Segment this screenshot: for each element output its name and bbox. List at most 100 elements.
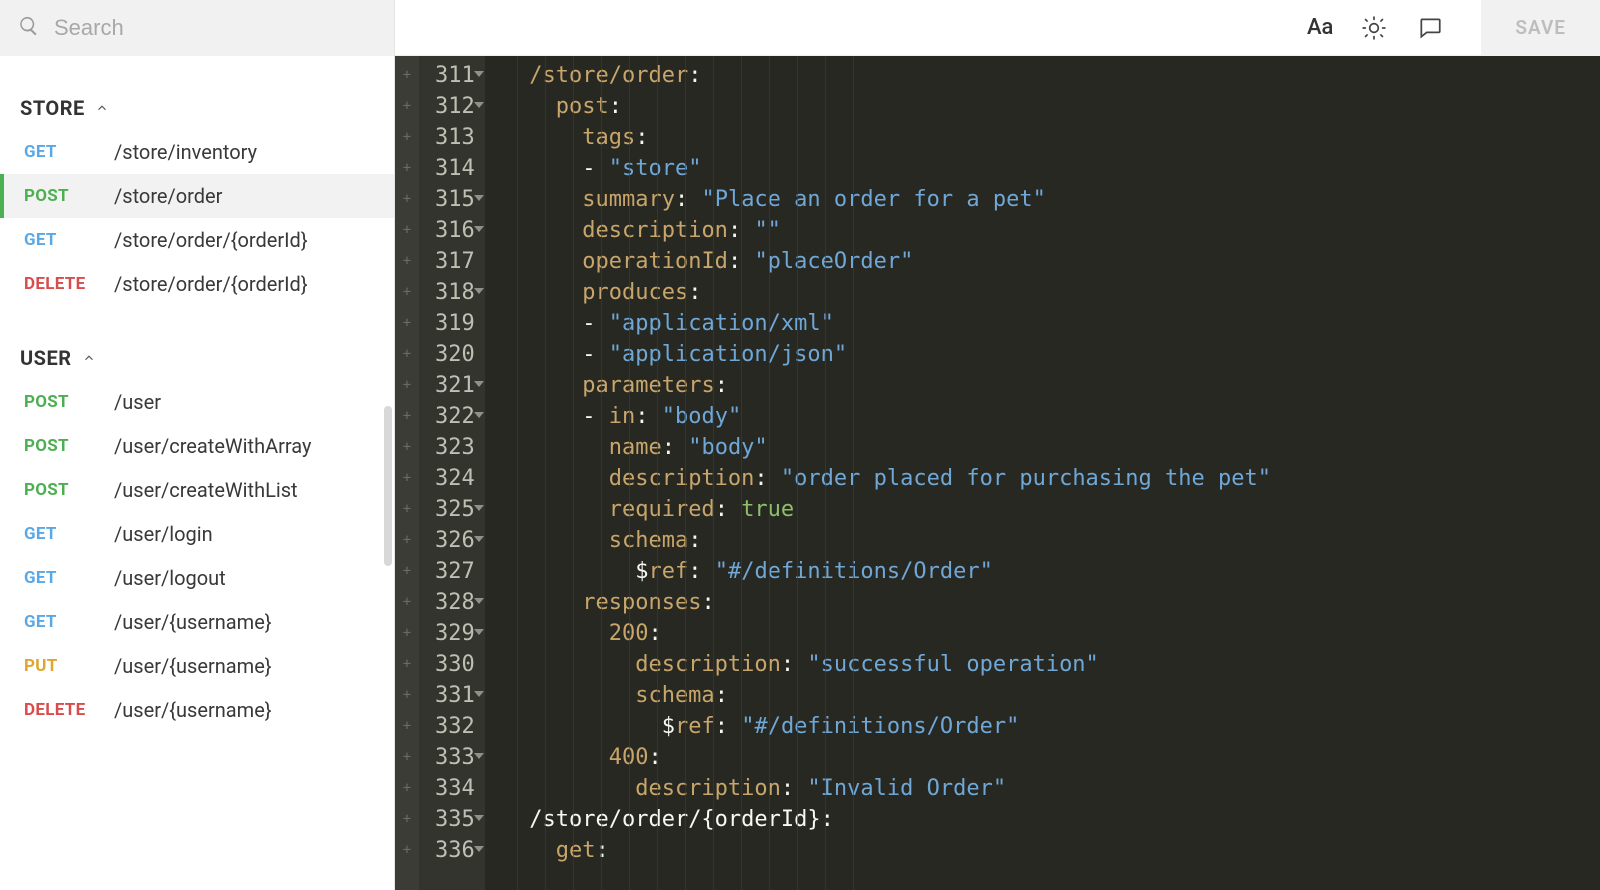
line-number: 328 (435, 587, 475, 618)
font-size-icon[interactable]: Aa (1307, 15, 1333, 40)
add-line-marker[interactable]: + (395, 649, 419, 680)
code-line[interactable]: - "application/json" (503, 339, 1600, 370)
add-line-marker[interactable]: + (395, 401, 419, 432)
fold-marker-icon[interactable] (474, 71, 484, 77)
code-line[interactable]: /store/order/{orderId}: (503, 804, 1600, 835)
endpoint-row[interactable]: POST/user/createWithArray (0, 424, 394, 468)
add-line-marker[interactable]: + (395, 463, 419, 494)
fold-marker-icon[interactable] (474, 536, 484, 542)
add-line-marker[interactable]: + (395, 246, 419, 277)
search-input[interactable] (54, 15, 376, 41)
add-line-marker[interactable]: + (395, 370, 419, 401)
code-line[interactable]: description: "" (503, 215, 1600, 246)
add-line-marker[interactable]: + (395, 339, 419, 370)
code-line[interactable]: schema: (503, 680, 1600, 711)
endpoint-row[interactable]: GET/user/logout (0, 556, 394, 600)
sidebar-body[interactable]: STORE GET/store/inventoryPOST/store/order… (0, 56, 394, 890)
fold-marker-icon[interactable] (474, 288, 484, 294)
section-header-store[interactable]: STORE (0, 84, 394, 130)
fold-marker-icon[interactable] (474, 102, 484, 108)
code-line[interactable]: description: "Invalid Order" (503, 773, 1600, 804)
endpoint-row[interactable]: GET/store/order/{orderId} (0, 218, 394, 262)
endpoint-row[interactable]: GET/user/login (0, 512, 394, 556)
http-method: DELETE (24, 274, 114, 294)
fold-marker-icon[interactable] (474, 381, 484, 387)
add-line-marker[interactable]: + (395, 432, 419, 463)
fold-marker-icon[interactable] (474, 226, 484, 232)
code-line[interactable]: post: (503, 91, 1600, 122)
fold-marker-icon[interactable] (474, 815, 484, 821)
endpoint-row[interactable]: POST/user (0, 380, 394, 424)
code-line[interactable]: get: (503, 835, 1600, 866)
add-line-marker[interactable]: + (395, 91, 419, 122)
code-line[interactable]: $ref: "#/definitions/Order" (503, 711, 1600, 742)
code-content[interactable]: /store/order: post: tags: - "store" summ… (485, 56, 1600, 890)
add-line-marker[interactable]: + (395, 308, 419, 339)
endpoint-row[interactable]: POST/user/createWithList (0, 468, 394, 512)
code-line[interactable]: produces: (503, 277, 1600, 308)
code-line[interactable]: 400: (503, 742, 1600, 773)
endpoint-row[interactable]: PUT/user/{username} (0, 644, 394, 688)
code-line[interactable]: summary: "Place an order for a pet" (503, 184, 1600, 215)
add-line-marker[interactable]: + (395, 711, 419, 742)
code-line[interactable]: 200: (503, 618, 1600, 649)
add-line-marker[interactable]: + (395, 277, 419, 308)
add-line-marker[interactable]: + (395, 773, 419, 804)
code-line[interactable]: $ref: "#/definitions/Order" (503, 556, 1600, 587)
endpoint-row[interactable]: DELETE/user/{username} (0, 688, 394, 732)
add-line-marker[interactable]: + (395, 680, 419, 711)
fold-marker-icon[interactable] (474, 846, 484, 852)
add-line-marker[interactable]: + (395, 556, 419, 587)
add-line-marker[interactable]: + (395, 60, 419, 91)
code-line[interactable]: responses: (503, 587, 1600, 618)
add-line-marker[interactable]: + (395, 525, 419, 556)
section-label: STORE (20, 96, 85, 120)
code-line[interactable]: name: "body" (503, 432, 1600, 463)
add-line-marker[interactable]: + (395, 804, 419, 835)
line-number: 332 (435, 711, 475, 742)
code-line[interactable]: description: "successful operation" (503, 649, 1600, 680)
line-number: 326 (435, 525, 475, 556)
code-line[interactable]: tags: (503, 122, 1600, 153)
save-button[interactable]: SAVE (1481, 0, 1600, 56)
add-line-marker[interactable]: + (395, 122, 419, 153)
code-line[interactable]: required: true (503, 494, 1600, 525)
fold-marker-icon[interactable] (474, 691, 484, 697)
add-line-marker[interactable]: + (395, 618, 419, 649)
endpoint-row[interactable]: GET/user/{username} (0, 600, 394, 644)
code-line[interactable]: /store/order: (503, 60, 1600, 91)
fold-marker-icon[interactable] (474, 753, 484, 759)
section-header-user[interactable]: USER (0, 334, 394, 380)
fold-marker-icon[interactable] (474, 598, 484, 604)
code-line[interactable]: operationId: "placeOrder" (503, 246, 1600, 277)
code-line[interactable]: - "application/xml" (503, 308, 1600, 339)
fold-marker-icon[interactable] (474, 412, 484, 418)
endpoint-row[interactable]: POST/store/order (0, 174, 394, 218)
fold-marker-icon[interactable] (474, 629, 484, 635)
search-icon (18, 15, 40, 41)
comment-icon[interactable] (1415, 13, 1445, 43)
code-editor[interactable]: ++++++++++++++++++++++++++ 3113123133143… (395, 56, 1600, 890)
code-line[interactable]: - in: "body" (503, 401, 1600, 432)
add-line-marker[interactable]: + (395, 835, 419, 866)
endpoint-row[interactable]: GET/store/inventory (0, 130, 394, 174)
add-line-marker[interactable]: + (395, 215, 419, 246)
editor-scrollbar[interactable] (1586, 56, 1600, 890)
http-method: POST (24, 186, 114, 206)
code-line[interactable]: schema: (503, 525, 1600, 556)
endpoint-row[interactable]: DELETE/store/order/{orderId} (0, 262, 394, 306)
code-line[interactable]: parameters: (503, 370, 1600, 401)
add-line-marker[interactable]: + (395, 742, 419, 773)
add-line-marker[interactable]: + (395, 494, 419, 525)
theme-toggle-icon[interactable] (1359, 13, 1389, 43)
add-line-gutter[interactable]: ++++++++++++++++++++++++++ (395, 56, 419, 890)
code-line[interactable]: description: "order placed for purchasin… (503, 463, 1600, 494)
add-line-marker[interactable]: + (395, 153, 419, 184)
fold-marker-icon[interactable] (474, 195, 484, 201)
add-line-marker[interactable]: + (395, 587, 419, 618)
fold-marker-icon[interactable] (474, 505, 484, 511)
add-line-marker[interactable]: + (395, 184, 419, 215)
code-line[interactable]: - "store" (503, 153, 1600, 184)
line-number: 313 (435, 122, 475, 153)
sidebar-scrollbar[interactable] (384, 406, 392, 566)
